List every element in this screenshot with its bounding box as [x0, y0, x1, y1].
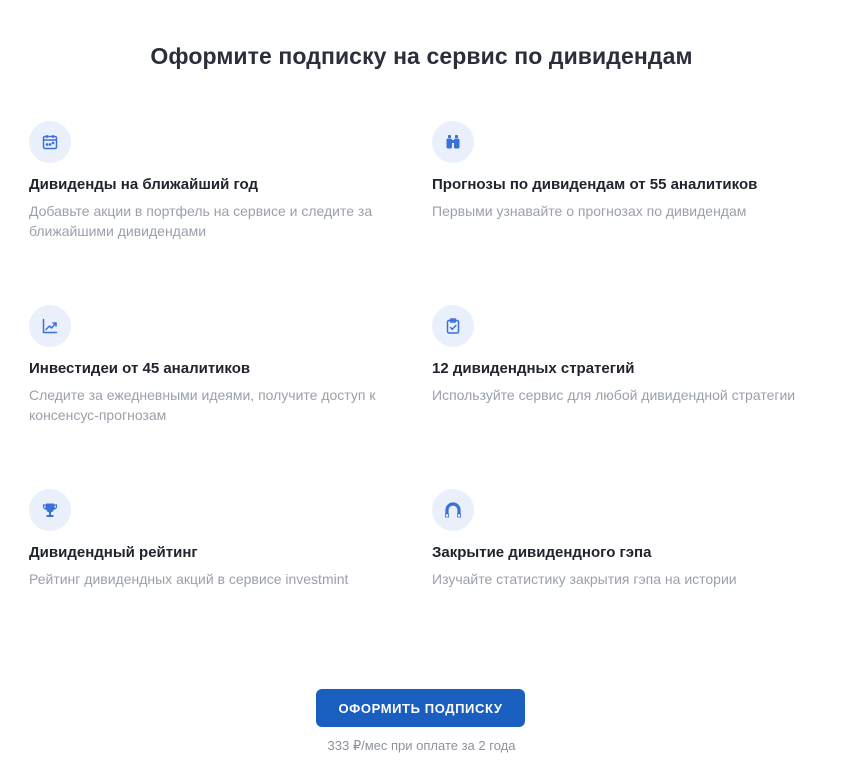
feature-title: Закрытие дивидендного гэпа: [432, 544, 652, 561]
feature-description: Добавьте акции в портфель на сервисе и с…: [29, 203, 373, 239]
feature-title: Прогнозы по дивидендам от 55 аналитиков: [432, 176, 758, 193]
magnet-icon: [432, 489, 474, 531]
feature-title: Дивидендный рейтинг: [29, 544, 198, 561]
feature-description: Используйте сервис для любой дивидендной…: [432, 387, 796, 403]
feature-description: Изучайте статистику закрытия гэпа на ист…: [432, 571, 737, 587]
binoculars-icon: [432, 121, 474, 163]
feature-dividend-forecasts: Прогнозы по дивидендам от 55 аналитиков …: [432, 121, 812, 221]
feature-title: 12 дивидендных стратегий: [432, 360, 635, 377]
subscribe-button[interactable]: ОФОРМИТЬ ПОДПИСКУ: [316, 689, 525, 727]
feature-description: Первыми узнавайте о прогнозах по дивиден…: [432, 203, 747, 219]
feature-title: Инвестидеи от 45 аналитиков: [29, 360, 251, 377]
page-title: Оформите подписку на сервис по дивиденда…: [150, 43, 693, 70]
feature-investment-ideas: Инвестидеи от 45 аналитиков Следите за е…: [29, 305, 409, 425]
feature-description: Рейтинг дивидендных акций в сервисе inve…: [29, 571, 349, 587]
feature-strategies: 12 дивидендных стратегий Используйте сер…: [432, 305, 812, 405]
price-note: 333 ₽/мес при оплате за 2 года: [327, 738, 516, 753]
feature-gap-closing: Закрытие дивидендного гэпа Изучайте стат…: [432, 489, 812, 589]
clipboard-check-icon: [432, 305, 474, 347]
feature-upcoming-dividends: Дивиденды на ближайший год Добавьте акци…: [29, 121, 409, 241]
feature-description: Следите за ежедневными идеями, получите …: [29, 387, 376, 423]
feature-title: Дивиденды на ближайший год: [29, 176, 259, 193]
feature-dividend-rating: Дивидендный рейтинг Рейтинг дивидендных …: [29, 489, 409, 589]
trophy-icon: [29, 489, 71, 531]
chart-trend-icon: [29, 305, 71, 347]
calendar-icon: [29, 121, 71, 163]
